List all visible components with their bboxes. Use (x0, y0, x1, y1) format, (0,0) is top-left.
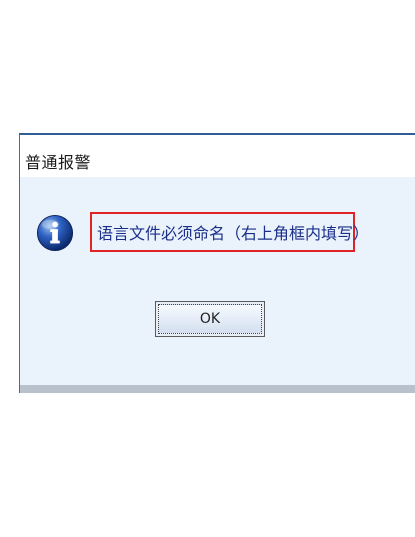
alert-dialog: 普通报警 语言文件必须命名（右上角框内填写） OK (19, 133, 415, 393)
ok-button-label: OK (199, 311, 221, 327)
info-icon (36, 214, 74, 252)
message-text: 语言文件必须命名（右上角框内填写） (97, 224, 370, 243)
dialog-title: 普通报警 (25, 153, 92, 172)
dialog-content: 语言文件必须命名（右上角框内填写） OK (20, 177, 415, 385)
message-highlight-box: 语言文件必须命名（右上角框内填写） (90, 212, 369, 252)
ok-button-face: OK (158, 304, 262, 334)
screen: 普通报警 语言文件必须命名（右上角框内填写） OK (0, 0, 415, 537)
ok-button[interactable]: OK (155, 301, 265, 337)
dialog-bottom-edge (20, 385, 415, 393)
dialog-title-bar[interactable]: 普通报警 (20, 135, 415, 177)
